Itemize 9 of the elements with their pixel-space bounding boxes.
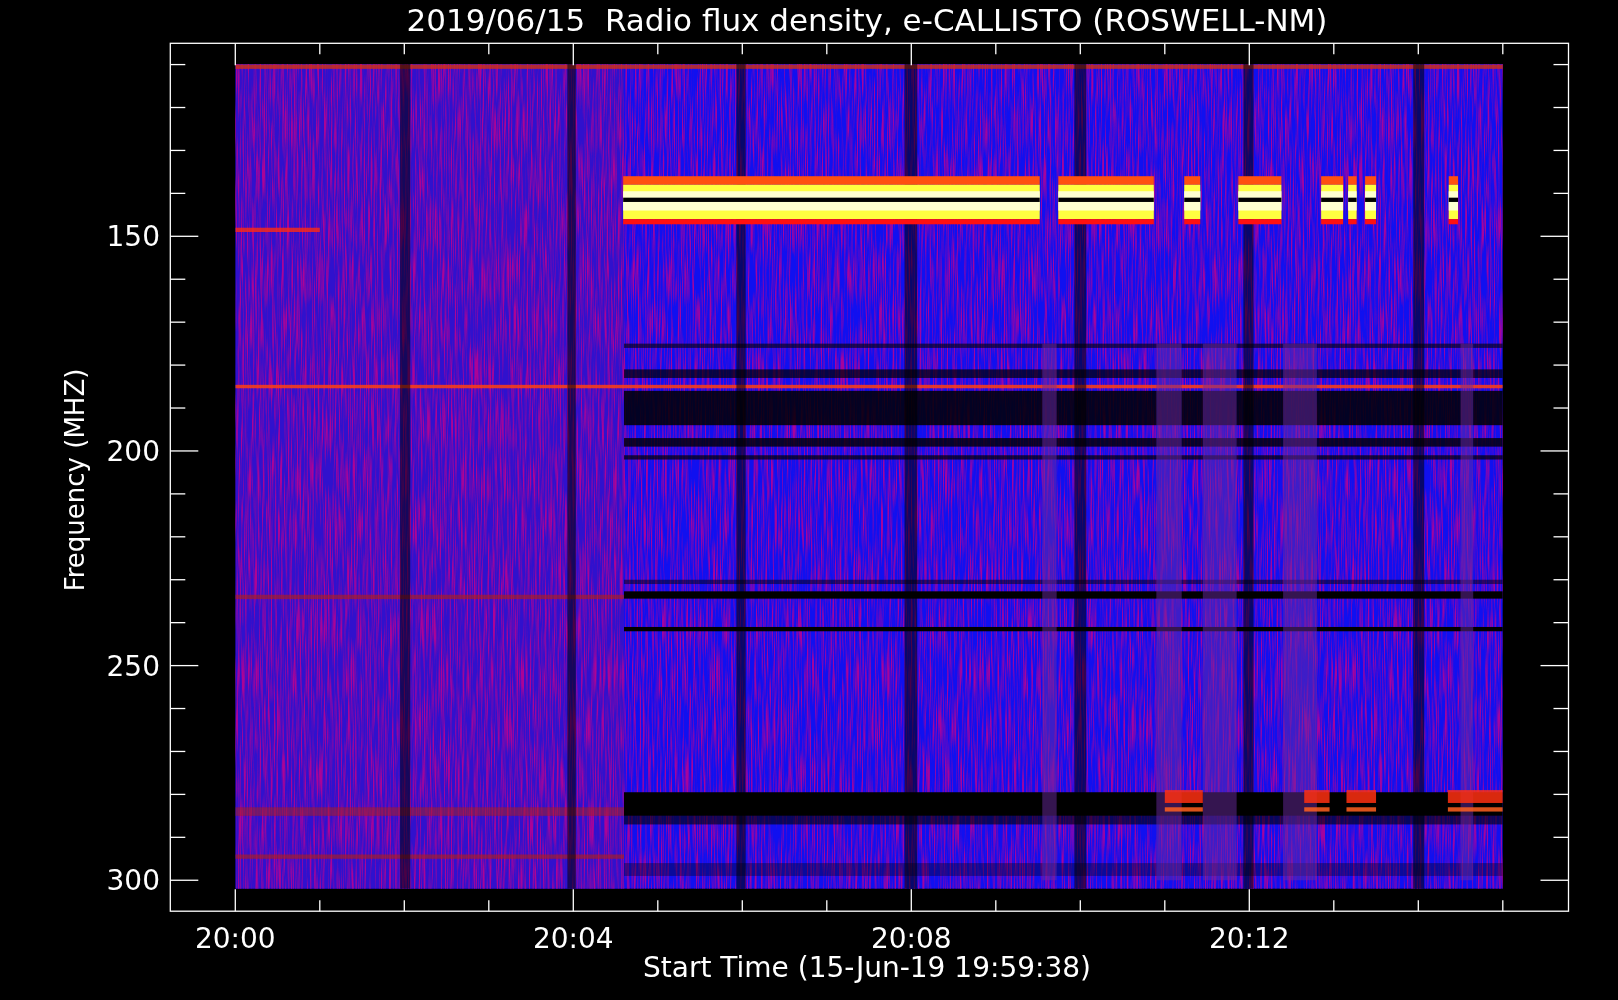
tick-label: 150 <box>106 220 160 254</box>
tick-label: 20:00 <box>194 922 276 955</box>
tick-label: 250 <box>106 649 160 683</box>
tick-label: 20:12 <box>1208 922 1290 955</box>
tick-label: 20:04 <box>532 922 614 955</box>
plot-title: 2019/06/15 Radio flux density, e-CALLISTO (ROSWELL-NM) <box>406 2 1328 38</box>
tick-label: 300 <box>106 864 160 898</box>
axis-label: Frequency (MHZ) <box>60 368 90 592</box>
tick-label: 200 <box>106 434 160 468</box>
